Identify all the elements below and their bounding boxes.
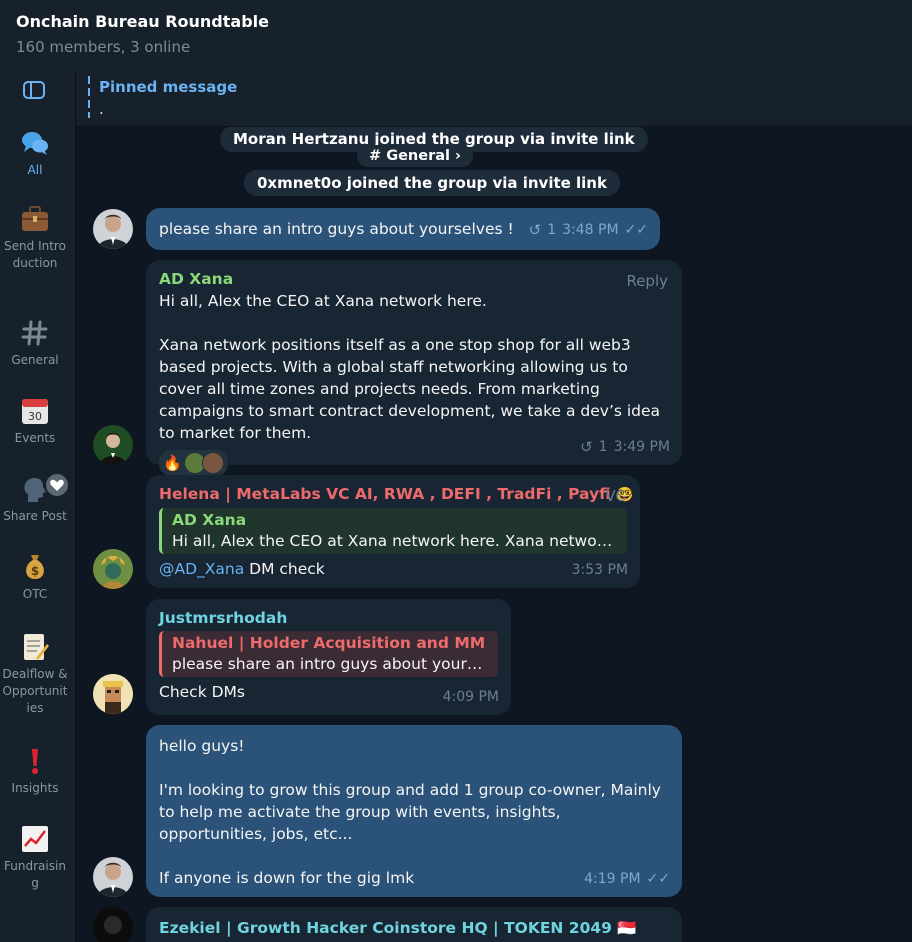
exclamation-icon — [32, 749, 38, 774]
sender-name-text: Helena | MetaLabs VC AI, RWA , DEFI , Tr… — [159, 485, 611, 503]
message-time: 4:19 PM — [584, 871, 641, 887]
quote-text: Hi all, Alex the CEO at Xana network her… — [172, 532, 617, 550]
topic-label: Insights — [11, 781, 59, 795]
topic-label: OTC — [22, 587, 48, 601]
message-time: 3:49 PM — [613, 439, 670, 455]
topic-share-post[interactable]: Share Post — [0, 474, 70, 525]
reaction-chip[interactable]: 🔥 — [159, 450, 228, 476]
heart-badge-icon — [46, 474, 68, 496]
topic-fundraising[interactable]: Fundraising — [0, 824, 70, 892]
avatar[interactable] — [93, 209, 133, 249]
message-bubble[interactable]: Justmrsrhodah Nahuel | Holder Acquisitio… — [146, 599, 511, 715]
message-text: I'm looking to grow this group and add 1… — [159, 781, 661, 843]
message-meta: ↺ 1 3:48 PM ✓✓ — [529, 219, 648, 241]
calendar-icon: 30 — [22, 399, 48, 424]
message-bubble[interactable]: Helena | MetaLabs VC AI, RWA , DEFI , Tr… — [146, 475, 640, 588]
avatar[interactable] — [93, 857, 133, 897]
read-checks-icon: ✓✓ — [624, 222, 648, 238]
briefcase-icon — [22, 206, 48, 231]
topic-insights[interactable]: Insights — [0, 746, 70, 797]
message-text: @AD_Xana DM check — [159, 558, 627, 580]
money-bag-icon: $ — [26, 555, 44, 579]
message-meta: ↺ 1 3:49 PM — [580, 436, 670, 458]
mention-link[interactable]: @AD_Xana — [159, 560, 244, 578]
member-count: 160 members, 3 online — [16, 38, 191, 56]
quoted-message[interactable]: Nahuel | Holder Acquisition and MM pleas… — [159, 631, 498, 677]
service-message: 0xmnet0o joined the group via invite lin… — [244, 170, 620, 196]
avatar[interactable] — [93, 425, 133, 465]
pinned-indicator — [88, 76, 90, 118]
pinned-message-bar[interactable]: Pinned message . — [76, 70, 912, 127]
topic-label: Send Introduction — [4, 239, 66, 270]
avatar[interactable] — [93, 674, 133, 714]
message-text: please share an intro guys about yoursel… — [159, 220, 514, 238]
sidebar-toggle-icon[interactable] — [23, 81, 45, 99]
reactor-avatar — [201, 452, 224, 474]
message-text: Xana network positions itself as a one s… — [159, 336, 661, 442]
read-checks-icon: ✓✓ — [646, 871, 670, 887]
quote-text: please share an intro guys about yourse… — [172, 655, 488, 673]
topic-label: Fundraising — [4, 859, 66, 890]
reply-arrow-icon[interactable]: ↺ — [529, 219, 542, 241]
chat-header[interactable]: Onchain Bureau Roundtable 160 members, 3… — [0, 0, 912, 71]
reply-button[interactable]: Reply — [626, 270, 668, 292]
message-bubble[interactable]: Ezekiel | Growth Hacker Coinstore HQ | T… — [146, 907, 682, 942]
chat-bubbles-icon — [22, 132, 48, 155]
pinned-text: . — [99, 100, 104, 118]
sender-name[interactable]: AD Xana — [159, 268, 669, 290]
topic-label: All — [27, 163, 43, 177]
topic-label: Dealflow & Opportunities — [2, 667, 68, 715]
topic-events[interactable]: 30 Events — [0, 396, 70, 447]
message-text: hello guys! — [159, 737, 245, 755]
topics-sidebar: All Send Introduction General 30 Events — [0, 70, 76, 942]
topic-otc[interactable]: $ OTC — [0, 552, 70, 603]
message-text: Hi all, Alex the CEO at Xana network her… — [159, 292, 487, 310]
reply-count[interactable]: 1 — [547, 219, 556, 241]
sender-name-text: Ezekiel | Growth Hacker Coinstore HQ | T… — [159, 919, 612, 937]
topic-all[interactable]: All — [0, 128, 70, 179]
topic-label: Events — [14, 431, 56, 445]
message-bubble[interactable]: AD Xana Reply Hi all, Alex the CEO at Xa… — [146, 260, 682, 476]
svg-text:$: $ — [31, 564, 39, 578]
topic-label: General — [11, 353, 59, 367]
sender-name[interactable]: Ezekiel | Growth Hacker Coinstore HQ | T… — [159, 917, 669, 939]
hash-icon — [21, 320, 48, 346]
sender-name[interactable]: Helena | MetaLabs VC AI, RWA , DEFI , Tr… — [159, 483, 633, 506]
topic-general[interactable]: General — [0, 318, 70, 369]
message-meta: 4:09 PM — [443, 686, 499, 708]
reply-arrow-icon[interactable]: ↺ — [580, 436, 593, 458]
message-meta: 3:53 PM — [572, 559, 628, 581]
topic-send-introduction[interactable]: Send Introduction — [0, 204, 70, 272]
message-time: 4:09 PM — [442, 689, 499, 705]
message-bubble[interactable]: please share an intro guys about yoursel… — [146, 208, 660, 250]
topic-dealflow[interactable]: Dealflow & Opportunities — [0, 632, 70, 717]
message-time: 3:53 PM — [571, 562, 628, 578]
reply-count[interactable]: 1 — [599, 436, 608, 458]
group-title: Onchain Bureau Roundtable — [16, 12, 269, 31]
admin-tag: VC — [605, 487, 626, 505]
message-text-rest: DM check — [244, 560, 325, 578]
svg-text:30: 30 — [28, 410, 42, 423]
message-list[interactable]: Moran Hertzanu joined the group via invi… — [76, 127, 912, 942]
pinned-title: Pinned message — [99, 78, 238, 96]
avatar[interactable] — [93, 549, 133, 589]
topic-label: Share Post — [3, 509, 67, 523]
sender-name[interactable]: Justmrsrhodah — [159, 607, 498, 629]
message-bubble[interactable]: hello guys! I'm looking to grow this gro… — [146, 725, 682, 897]
flag-emoji-icon: 🇸🇬 — [617, 919, 637, 937]
chart-increasing-icon — [22, 826, 48, 852]
quoted-message[interactable]: AD Xana Hi all, Alex the CEO at Xana net… — [159, 508, 627, 554]
message-time: 3:48 PM — [562, 222, 619, 238]
quote-sender: AD Xana — [172, 511, 247, 529]
quote-sender: Nahuel | Holder Acquisition and MM — [172, 634, 486, 652]
topic-chip[interactable]: # General › — [357, 145, 474, 167]
message-meta: 4:19 PM ✓✓ — [584, 868, 670, 890]
memo-icon — [24, 634, 49, 660]
fire-emoji-icon: 🔥 — [163, 454, 182, 472]
avatar[interactable] — [93, 907, 133, 942]
